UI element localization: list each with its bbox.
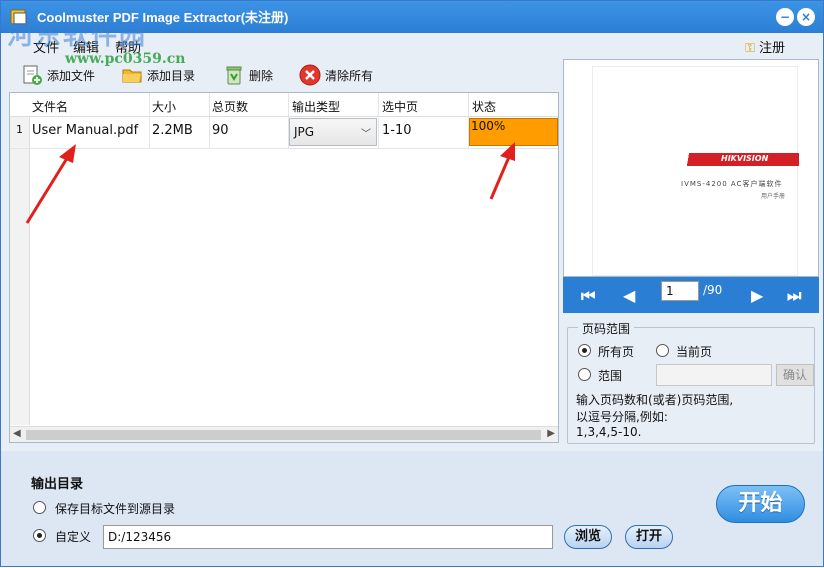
all-pages-radio[interactable] [578, 344, 591, 357]
clear-all-icon [299, 64, 321, 86]
add-directory-label: 添加目录 [147, 68, 196, 83]
folder-icon [122, 69, 142, 83]
clear-all-button[interactable]: 清除所有 [299, 63, 373, 87]
output-type-value: JPG [294, 125, 315, 139]
cell-size: 2.2MB [152, 123, 193, 138]
delete-button[interactable]: 删除 [223, 63, 273, 87]
all-pages-label[interactable]: 所有页 [598, 343, 634, 360]
total-pages-label: /90 [703, 283, 723, 297]
last-page-icon[interactable]: ⏭ [787, 286, 801, 306]
trash-icon [226, 66, 242, 85]
add-file-button[interactable]: 添加文件 [21, 63, 95, 87]
status-percent: 100% [471, 119, 506, 133]
toolbar: 添加文件 添加目录 删除 清除所有 [9, 59, 559, 91]
clear-all-label: 清除所有 [325, 68, 374, 83]
doc-subtitle-text: 用户手册 [761, 193, 786, 200]
hint-line-3: 1,3,4,5-10. [576, 425, 642, 439]
page-preview: HIKVISION IVMS-4200 AC客户端软件 用户手册 [563, 59, 819, 277]
row-index: 1 [16, 123, 23, 136]
custom-dir-label[interactable]: 自定义 [55, 528, 91, 545]
header-status[interactable]: 状态 [472, 98, 496, 115]
custom-dir-radio[interactable] [33, 529, 46, 542]
minimize-button[interactable]: − [776, 8, 794, 26]
header-selected-pages[interactable]: 选中页 [382, 98, 418, 115]
file-table: 文件名 大小 总页数 输出类型 选中页 状态 1 User Manual.pdf… [9, 92, 559, 443]
cell-selected-pages[interactable]: 1-10 [382, 123, 412, 138]
chevron-down-icon: ﹀ [361, 129, 371, 140]
close-button[interactable]: × [797, 8, 815, 26]
table-row[interactable]: 1 User Manual.pdf 2.2MB 90 JPG ﹀ 1-10 10… [10, 117, 558, 149]
output-type-select[interactable]: JPG ﹀ [289, 118, 377, 146]
page-range-group: 页码范围 所有页 当前页 范围 确认 输入页码数和(或者)页码范围, 以逗号分隔… [567, 320, 815, 444]
next-page-icon[interactable]: ▶ [751, 286, 763, 305]
doc-title-text: IVMS-4200 AC客户端软件 [681, 180, 783, 188]
output-path-input[interactable]: D:/123456 [103, 525, 553, 549]
browse-button[interactable]: 浏览 [564, 525, 612, 549]
output-directory-panel: 输出目录 保存目标文件到源目录 自定义 D:/123456 浏览 打开 开始 [1, 451, 823, 566]
output-directory-title: 输出目录 [31, 477, 84, 492]
add-file-icon [23, 65, 42, 85]
save-to-source-label[interactable]: 保存目标文件到源目录 [55, 500, 175, 517]
cell-filename: User Manual.pdf [32, 123, 139, 138]
table-header: 文件名 大小 总页数 输出类型 选中页 状态 [10, 93, 558, 117]
add-file-label: 添加文件 [47, 68, 96, 83]
scroll-left-icon[interactable]: ◀ [13, 428, 21, 439]
start-button[interactable]: 开始 [716, 485, 805, 523]
current-page-radio[interactable] [656, 344, 669, 357]
save-to-source-radio[interactable] [33, 501, 46, 514]
header-output-type[interactable]: 输出类型 [292, 98, 340, 115]
cell-pages: 90 [212, 123, 229, 138]
page-number-input[interactable]: 1 [661, 281, 699, 301]
scrollbar-thumb[interactable] [26, 430, 541, 440]
current-page-label[interactable]: 当前页 [676, 343, 712, 360]
first-page-icon[interactable]: ⏮ [581, 286, 595, 306]
horizontal-scrollbar[interactable]: ◀ ▶ [10, 426, 558, 442]
register-label: 注册 [758, 41, 785, 56]
range-label[interactable]: 范围 [598, 367, 622, 384]
range-radio[interactable] [578, 368, 591, 381]
page-navigator: ⏮ ◀ 1 /90 ▶ ⏭ [563, 277, 819, 313]
scroll-right-icon[interactable]: ▶ [547, 428, 555, 439]
hint-line-2: 以逗号分隔,例如: [576, 410, 668, 424]
range-input[interactable] [656, 364, 772, 386]
register-link[interactable]: ⚿ 注册 [745, 37, 785, 56]
header-pages[interactable]: 总页数 [212, 98, 248, 115]
app-window: Coolmuster PDF Image Extractor(未注册) − × … [0, 0, 824, 567]
header-size[interactable]: 大小 [152, 98, 176, 115]
brand-logo-text: HIKVISION [721, 154, 769, 163]
open-button[interactable]: 打开 [625, 525, 673, 549]
delete-label: 删除 [249, 68, 274, 83]
key-icon: ⚿ [745, 41, 755, 56]
add-directory-button[interactable]: 添加目录 [121, 63, 195, 87]
header-filename[interactable]: 文件名 [32, 98, 68, 115]
page-thumbnail: HIKVISION IVMS-4200 AC客户端软件 用户手册 [592, 66, 799, 276]
hint-line-1: 输入页码数和(或者)页码范围, [576, 393, 734, 407]
prev-page-icon[interactable]: ◀ [623, 286, 635, 305]
watermark-text: 河东软件园 [7, 21, 148, 51]
status-progress-bar: 100% [469, 118, 558, 146]
page-range-title: 页码范围 [578, 320, 635, 337]
confirm-button[interactable]: 确认 [776, 364, 814, 386]
